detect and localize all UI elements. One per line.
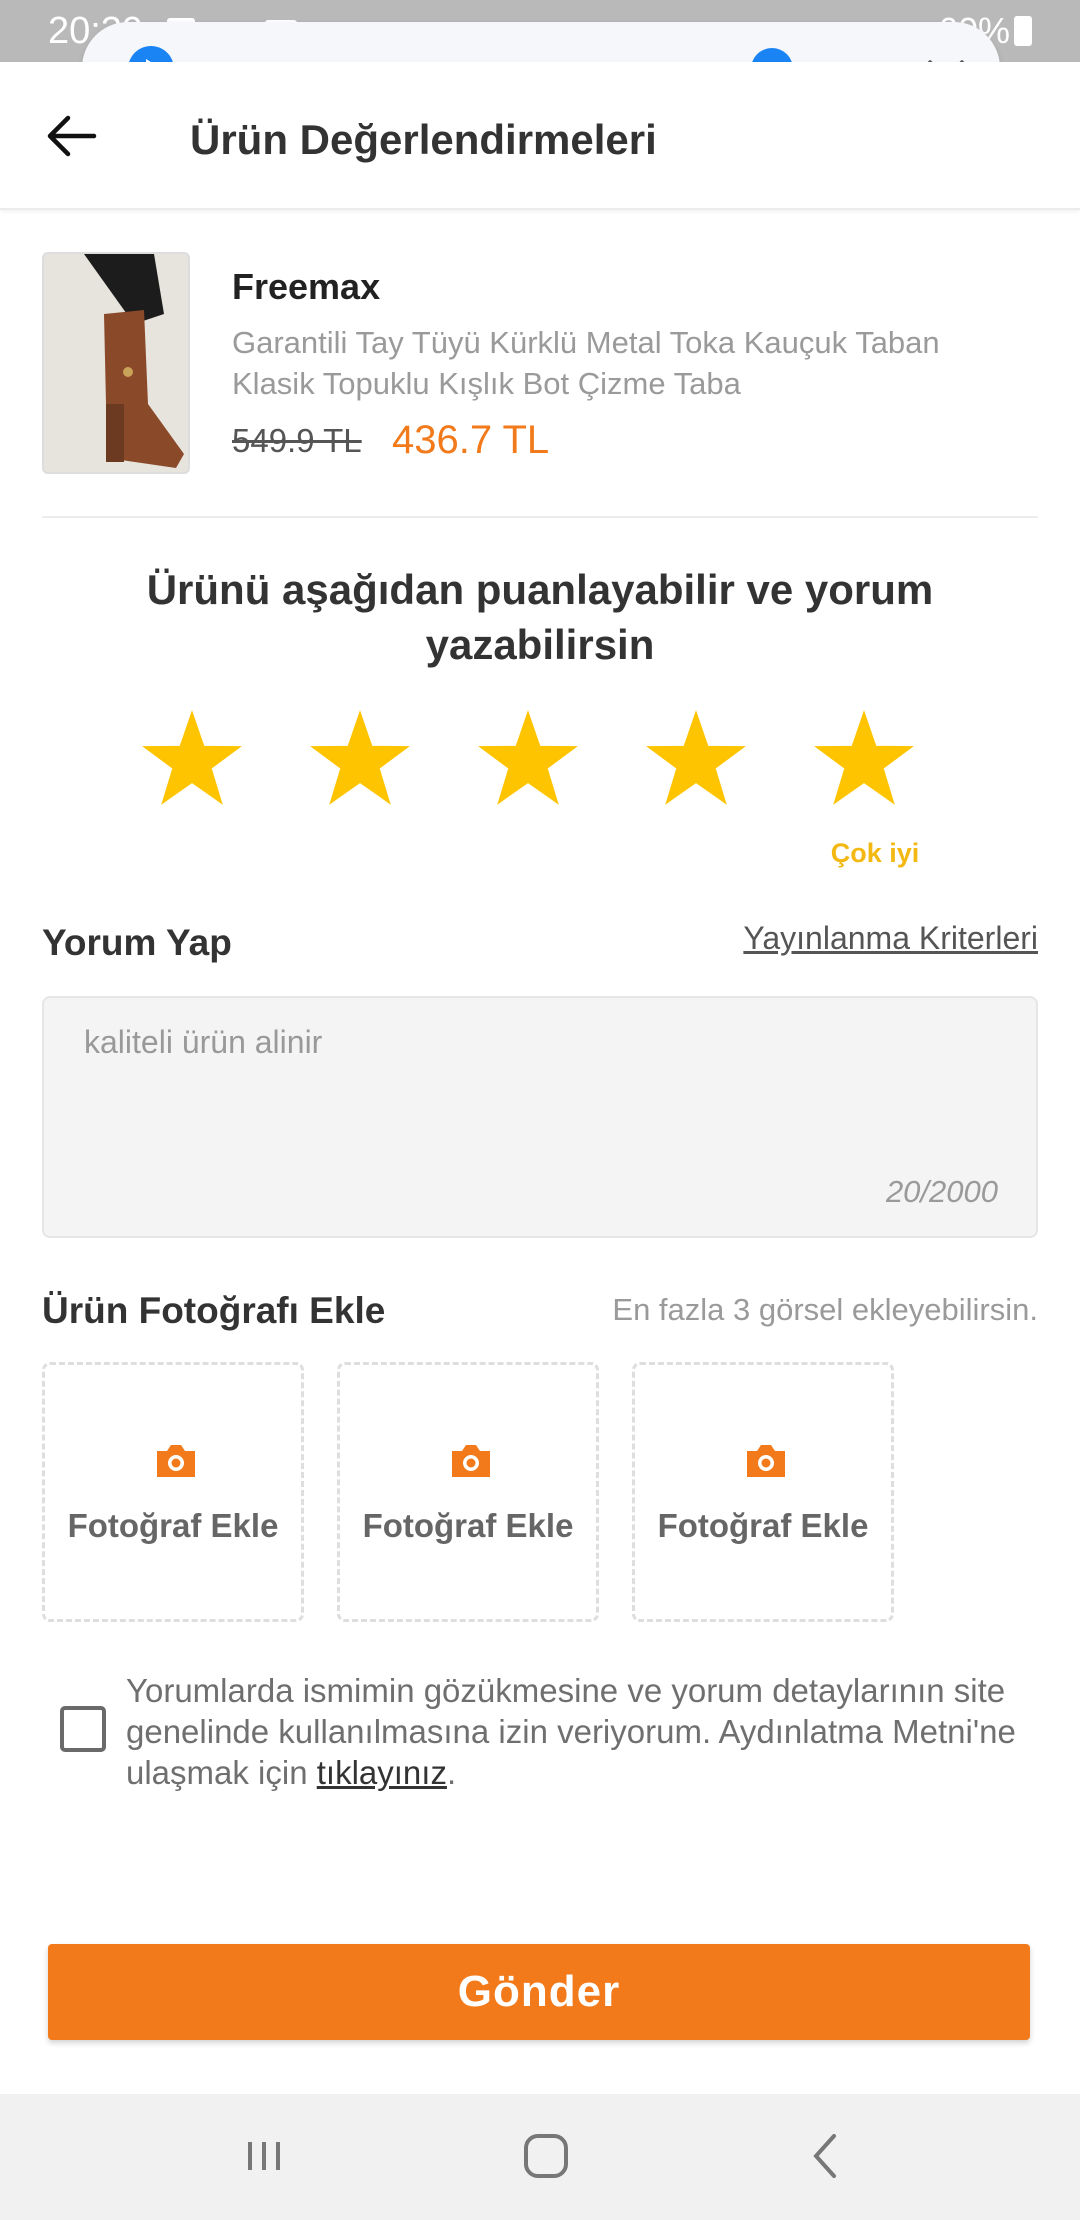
criteria-link[interactable]: Yayınlanma Kriterleri [743,920,1038,957]
product-image[interactable] [42,252,190,474]
star-icon-5[interactable] [812,708,916,812]
add-photo-button-3[interactable]: Fotoğraf Ekle [632,1362,894,1622]
photo-hint: En fazla 3 görsel ekleyebilirsin. [612,1292,1038,1327]
star-icon-3[interactable] [476,708,580,812]
consent-checkbox[interactable] [60,1706,106,1752]
star-icon-1[interactable] [140,708,244,812]
boot-image [44,254,188,472]
home-icon[interactable] [516,2126,576,2186]
product-name: Garantili Tay Tüyü Kürklü Metal Toka Kau… [232,325,940,401]
back-arrow-icon[interactable] [44,112,100,160]
new-price: 436.7 TL [392,418,550,462]
rating-label: Çok iyi [830,838,920,868]
system-nav-bar [0,2094,1080,2220]
comment-section-title: Yorum Yap [42,922,232,963]
add-photo-label: Fotoğraf Ekle [657,1507,869,1544]
add-photo-button-1[interactable]: Fotoğraf Ekle [42,1362,304,1622]
rating-prompt: Ürünü aşağıdan puanlayabilir ve yorum ya… [146,566,934,668]
consent-text-main: Yorumlarda ismimin gözükmesine ve yorum … [126,1672,1016,1791]
add-photo-label: Fotoğraf Ekle [362,1507,574,1544]
consent-text-end: . [446,1754,457,1791]
consent-text: Yorumlarda ismimin gözükmesine ve yorum … [126,1670,1026,1793]
comment-input[interactable]: kaliteli ürün alinir 20/2000 [42,996,1038,1238]
add-photo-label: Fotoğraf Ekle [67,1507,279,1544]
back-icon[interactable] [796,2126,856,2186]
battery-icon [1014,16,1032,46]
add-photo-button-2[interactable]: Fotoğraf Ekle [337,1362,599,1622]
star-icon-2[interactable] [308,708,412,812]
consent-link[interactable]: tıklayınız [317,1754,447,1791]
star-icon-4[interactable] [644,708,748,812]
comment-text: kaliteli ürün alinir [84,1024,323,1060]
character-counter: 20/2000 [885,1174,998,1209]
star-rating[interactable] [140,708,940,828]
camera-icon [157,1445,195,1477]
product-summary: Freemax Garantili Tay Tüyü Kürklü Metal … [42,252,1038,518]
camera-icon [747,1445,785,1477]
recents-icon[interactable] [234,2126,294,2186]
photo-section-title: Ürün Fotoğrafı Ekle [42,1290,386,1331]
old-price: 549.9 TL [232,422,362,459]
app-header: Ürün Değerlendirmeleri [0,62,1080,210]
submit-button[interactable]: Gönder [48,1944,1030,2040]
page-title: Ürün Değerlendirmeleri [190,116,657,163]
camera-icon [452,1445,490,1477]
product-brand: Freemax [232,266,381,307]
